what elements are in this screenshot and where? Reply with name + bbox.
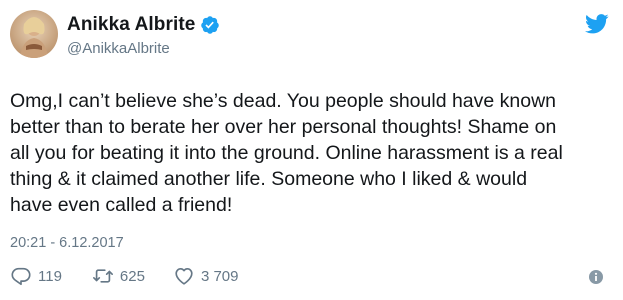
- user-handle[interactable]: @AnikkaAlbrite: [67, 40, 170, 57]
- heart-icon: [173, 265, 195, 287]
- like-count: 3 709: [200, 267, 239, 285]
- reply-count: 119: [38, 267, 62, 285]
- twitter-bird-icon[interactable]: [585, 14, 609, 34]
- info-icon[interactable]: [589, 270, 603, 284]
- tweet-timestamp[interactable]: 20:21 - 6.12.2017: [10, 235, 124, 251]
- display-name[interactable]: Anikka Albrite: [67, 14, 195, 36]
- retweet-icon: [92, 265, 114, 287]
- reply-button[interactable]: 119: [10, 265, 62, 287]
- reply-icon: [10, 265, 32, 287]
- verified-badge-icon: [200, 15, 220, 35]
- tweet-actions: 119 625 3 709: [10, 265, 239, 287]
- retweet-count: 625: [119, 267, 145, 285]
- retweet-button[interactable]: 625: [92, 265, 145, 287]
- like-button[interactable]: 3 709: [173, 265, 239, 287]
- tweet-text: Omg,I can’t believe she’s dead. You peop…: [10, 90, 563, 216]
- avatar[interactable]: [10, 10, 58, 58]
- author-row: Anikka Albrite: [67, 13, 220, 37]
- tweet-card: Anikka Albrite @AnikkaAlbrite Omg,I can’…: [0, 0, 623, 300]
